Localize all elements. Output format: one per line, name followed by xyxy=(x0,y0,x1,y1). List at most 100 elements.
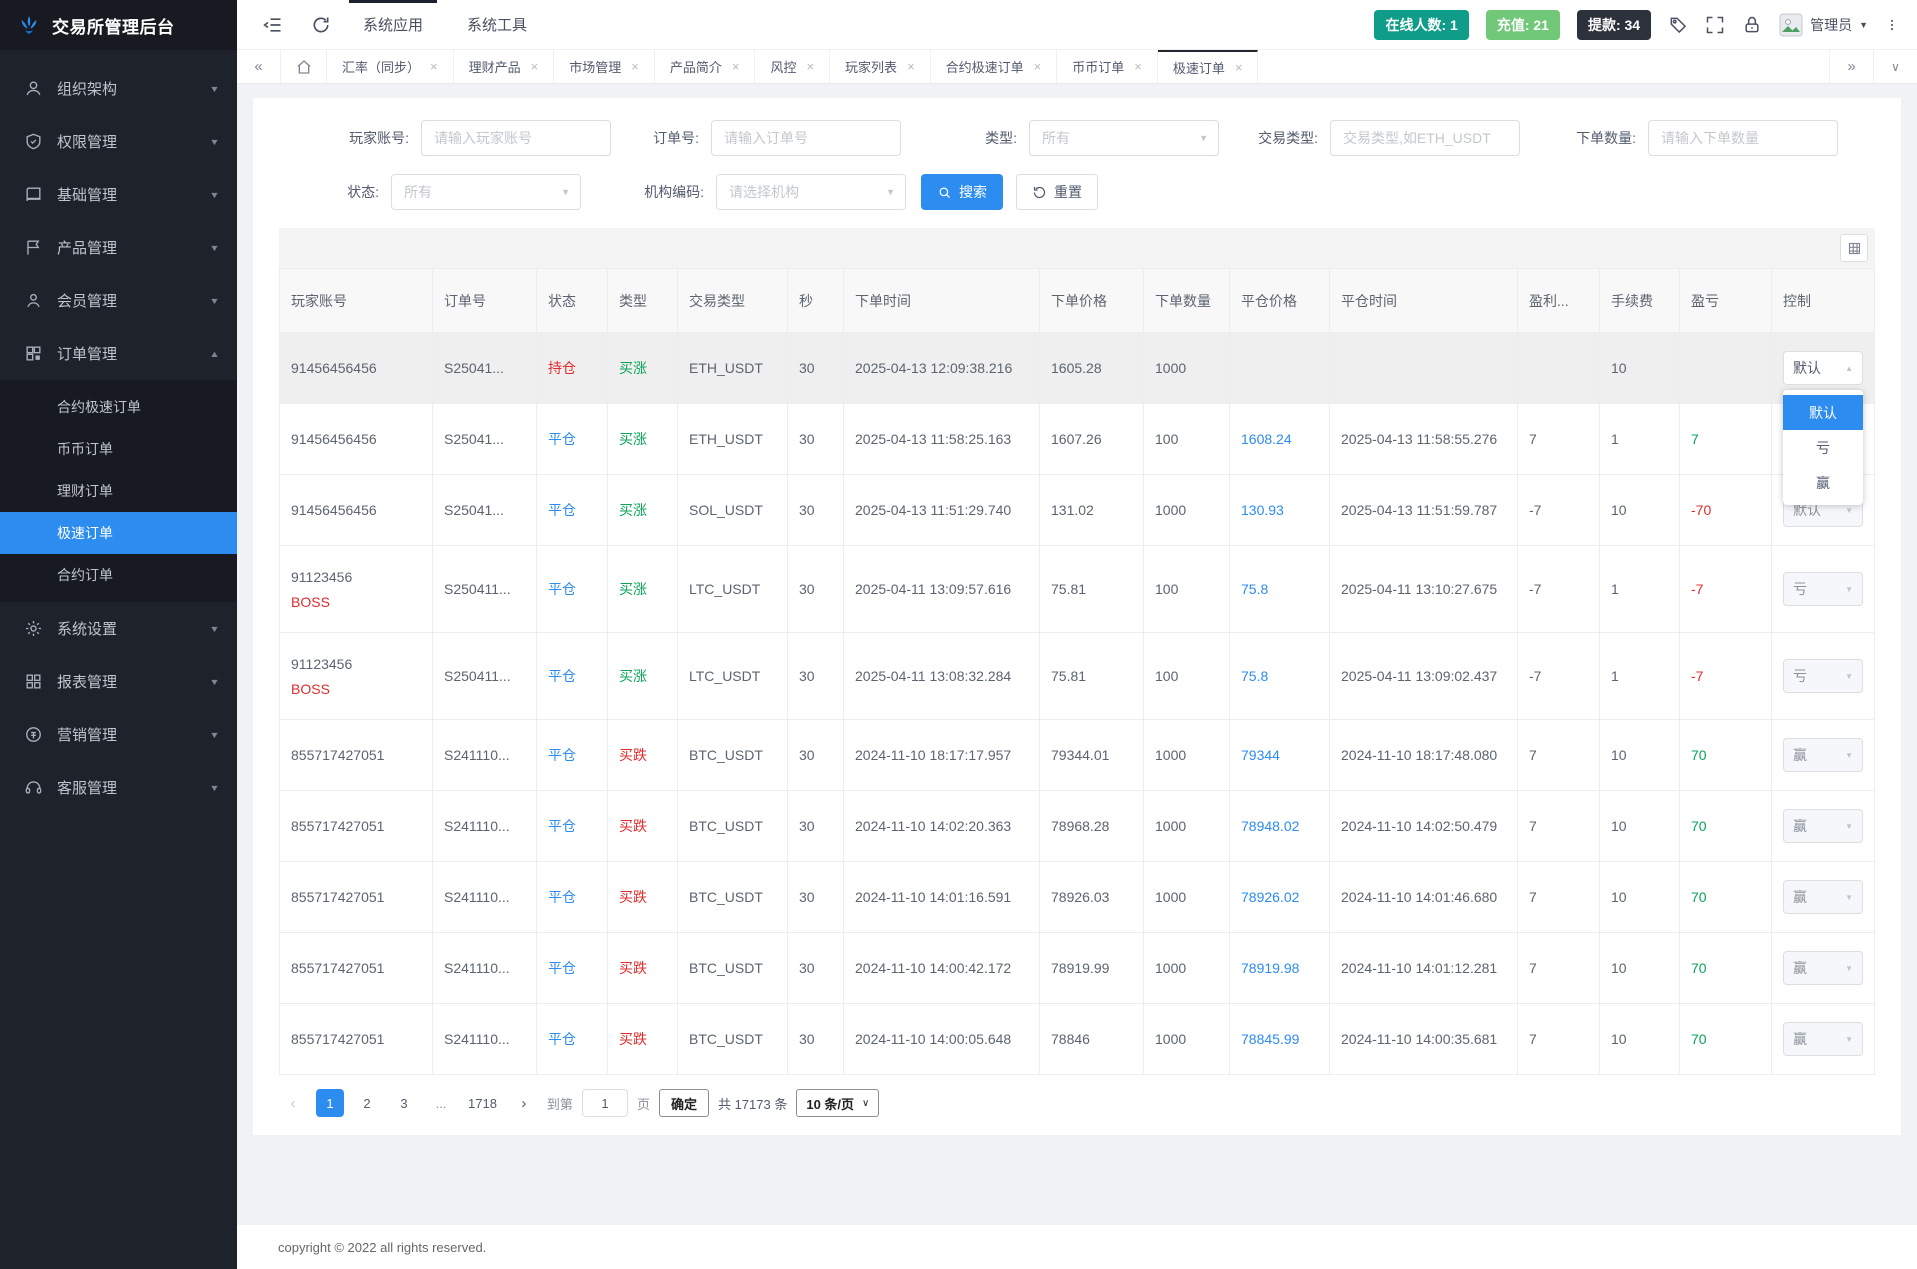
cell-close-time: 2024-11-10 14:01:46.680 xyxy=(1330,862,1518,933)
close-tab-icon[interactable]: × xyxy=(1235,60,1243,75)
sidebar-item-label: 订单管理 xyxy=(57,343,117,364)
control-select[interactable]: 赢▼ xyxy=(1783,809,1863,843)
sidebar-item[interactable]: 报表管理▼ xyxy=(0,655,237,708)
type-select[interactable]: 所有 ▼ xyxy=(1029,120,1219,156)
cell-order-no: S241110... xyxy=(433,862,537,933)
fullscreen-icon[interactable] xyxy=(1705,15,1725,35)
refresh-icon[interactable] xyxy=(311,15,331,35)
next-page-button[interactable]: › xyxy=(510,1089,538,1117)
cell-close-price[interactable]: 75.8 xyxy=(1230,633,1330,720)
cell-close-price[interactable]: 78845.99 xyxy=(1230,1004,1330,1075)
close-tab-icon[interactable]: × xyxy=(631,59,639,74)
cell-close-price[interactable]: 78948.02 xyxy=(1230,791,1330,862)
page-size-select[interactable]: 10 条/页 ∨ xyxy=(796,1089,879,1117)
dropdown-option[interactable]: 默认 xyxy=(1783,395,1863,430)
topbar-menu-item[interactable]: 系统应用 xyxy=(359,0,427,49)
tab-item[interactable]: 合约极速订单× xyxy=(931,50,1058,83)
page-button[interactable]: 1718 xyxy=(464,1089,501,1117)
control-select[interactable]: 赢▼ xyxy=(1783,880,1863,914)
search-button[interactable]: 搜索 xyxy=(921,174,1003,210)
sidebar-item[interactable]: 会员管理▼ xyxy=(0,274,237,327)
deposit-badge[interactable]: 充值: 21 xyxy=(1486,10,1560,40)
sidebar-item[interactable]: 订单管理▲ xyxy=(0,327,237,380)
tabs-scroll-left[interactable]: « xyxy=(237,50,281,83)
sidebar-subitem[interactable]: 理财订单 xyxy=(0,470,237,512)
cell-close-price[interactable]: 75.8 xyxy=(1230,546,1330,633)
sidebar-item[interactable]: 组织架构▼ xyxy=(0,62,237,115)
more-menu-icon[interactable] xyxy=(1885,15,1899,35)
sidebar-item[interactable]: 营销管理▼ xyxy=(0,708,237,761)
control-select[interactable]: 赢▼ xyxy=(1783,738,1863,772)
topbar-menu-item[interactable]: 系统工具 xyxy=(463,0,531,49)
control-select[interactable]: 亏▼ xyxy=(1783,572,1863,606)
close-tab-icon[interactable]: × xyxy=(1034,59,1042,74)
tabs-scroll-right[interactable]: » xyxy=(1829,50,1873,83)
sidebar-item[interactable]: 产品管理▼ xyxy=(0,221,237,274)
page-button[interactable]: 1 xyxy=(316,1089,344,1117)
page-button[interactable]: 3 xyxy=(390,1089,418,1117)
tag-icon[interactable] xyxy=(1668,15,1688,35)
org-code-select[interactable]: 请选择机构 ▼ xyxy=(716,174,906,210)
cell-close-price[interactable]: 79344 xyxy=(1230,720,1330,791)
cell-close-price[interactable]: 1608.24 xyxy=(1230,404,1330,475)
tab-item[interactable]: 币币订单× xyxy=(1057,50,1158,83)
close-tab-icon[interactable]: × xyxy=(430,59,438,74)
cell-order-no: S250411... xyxy=(433,633,537,720)
tab-item[interactable]: 玩家列表× xyxy=(830,50,931,83)
page-button[interactable]: 2 xyxy=(353,1089,381,1117)
control-select[interactable]: 赢▼ xyxy=(1783,951,1863,985)
cell-open-price: 78846 xyxy=(1040,1004,1144,1075)
control-select[interactable]: 赢▼ xyxy=(1783,1022,1863,1056)
chevron-down-icon: ▼ xyxy=(209,296,220,306)
cell-close-price[interactable]: 130.93 xyxy=(1230,475,1330,546)
account-input[interactable] xyxy=(421,120,611,156)
sidebar-item-label: 权限管理 xyxy=(57,131,117,152)
tab-item[interactable]: 汇率（同步）× xyxy=(327,50,454,83)
tab-active[interactable]: 极速订单× xyxy=(1158,50,1259,83)
dropdown-option[interactable]: 赢 xyxy=(1783,465,1863,500)
jump-page-input[interactable] xyxy=(582,1089,628,1117)
lock-icon[interactable] xyxy=(1742,15,1762,35)
tabs-menu-icon[interactable]: ∨ xyxy=(1873,50,1917,83)
sidebar-subitem[interactable]: 币币订单 xyxy=(0,428,237,470)
cell-close-price[interactable]: 78926.02 xyxy=(1230,862,1330,933)
tab-item[interactable]: 风控× xyxy=(755,50,830,83)
tab-item[interactable]: 市场管理× xyxy=(554,50,655,83)
cell-close-price[interactable]: 78919.98 xyxy=(1230,933,1330,1004)
user-menu[interactable]: 管理员 ▼ xyxy=(1779,13,1868,37)
boss-badge: BOSS xyxy=(291,681,421,697)
close-tab-icon[interactable]: × xyxy=(531,59,539,74)
sidebar-item[interactable]: 权限管理▼ xyxy=(0,115,237,168)
report-icon xyxy=(24,672,43,691)
cell-open-price: 75.81 xyxy=(1040,633,1144,720)
trade-type-input[interactable] xyxy=(1330,120,1520,156)
tab-item[interactable]: 产品简介× xyxy=(655,50,756,83)
control-select[interactable]: 默认▲ xyxy=(1783,351,1863,385)
sidebar-item[interactable]: 系统设置▼ xyxy=(0,602,237,655)
close-tab-icon[interactable]: × xyxy=(1134,59,1142,74)
online-count-badge[interactable]: 在线人数: 1 xyxy=(1374,10,1468,40)
sidebar-subitem[interactable]: 极速订单 xyxy=(0,512,237,554)
withdraw-badge[interactable]: 提款: 34 xyxy=(1577,10,1651,40)
close-tab-icon[interactable]: × xyxy=(907,59,915,74)
reset-button[interactable]: 重置 xyxy=(1016,174,1098,210)
sidebar-subitem[interactable]: 合约订单 xyxy=(0,554,237,596)
order-no-input[interactable] xyxy=(711,120,901,156)
close-tab-icon[interactable]: × xyxy=(806,59,814,74)
column-settings-button[interactable] xyxy=(1840,234,1868,262)
sidebar-item[interactable]: 基础管理▼ xyxy=(0,168,237,221)
tab-item[interactable]: 理财产品× xyxy=(454,50,555,83)
home-tab-icon[interactable] xyxy=(281,50,327,83)
quantity-input[interactable] xyxy=(1648,120,1838,156)
control-select[interactable]: 亏▼ xyxy=(1783,659,1863,693)
close-tab-icon[interactable]: × xyxy=(732,59,740,74)
collapse-sidebar-icon[interactable] xyxy=(263,15,283,35)
confirm-page-button[interactable]: 确定 xyxy=(659,1089,709,1117)
trade-type-label: 交易类型: xyxy=(1219,128,1330,148)
dropdown-option[interactable]: 亏 xyxy=(1783,430,1863,465)
cell-type: 买涨 xyxy=(608,333,678,404)
sidebar-item[interactable]: 客服管理▼ xyxy=(0,761,237,814)
sidebar-subitem[interactable]: 合约极速订单 xyxy=(0,386,237,428)
status-select[interactable]: 所有 ▼ xyxy=(391,174,581,210)
prev-page-button[interactable]: ‹ xyxy=(279,1089,307,1117)
